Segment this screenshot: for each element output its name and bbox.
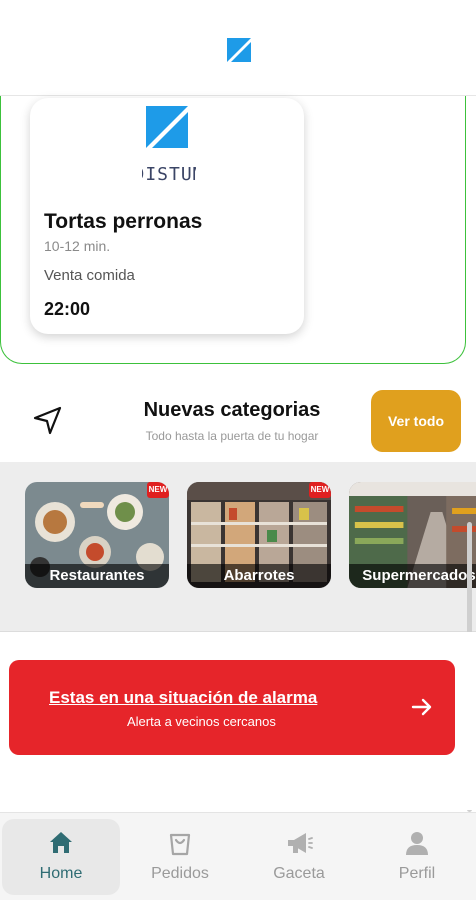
category-label: Supermercados — [349, 564, 476, 588]
nav-label: Home — [39, 865, 83, 882]
top-header — [0, 0, 476, 96]
store-logo: DISTUM — [86, 98, 250, 196]
app-screen: DISTUM Tortas perronas 10-12 min. Venta … — [0, 0, 476, 900]
categories-carousel[interactable]: NEW Restaurantes NEW Abarrotes Supermerc… — [0, 462, 476, 632]
store-logo-text: DISTUM — [142, 164, 196, 185]
arrow-right-icon — [411, 698, 432, 716]
category-label: Restaurantes — [25, 564, 169, 588]
new-badge: NEW — [309, 482, 331, 498]
store-name: Tortas perronas — [44, 210, 203, 233]
store-category: Venta comida — [44, 267, 135, 284]
category-tile-abarrotes[interactable]: NEW Abarrotes — [187, 482, 331, 588]
nav-home[interactable]: Home — [2, 819, 120, 895]
bag-icon — [169, 833, 191, 856]
home-icon — [50, 832, 72, 853]
nav-label: Perfil — [398, 865, 436, 882]
category-tile-supermercados[interactable]: Supermercados — [349, 482, 476, 588]
nav-pedidos[interactable]: Pedidos — [121, 819, 239, 895]
store-card[interactable]: DISTUM Tortas perronas 10-12 min. Venta … — [30, 98, 304, 334]
category-tile-restaurantes[interactable]: NEW Restaurantes — [25, 482, 169, 588]
store-logo-mark-icon — [146, 106, 188, 148]
category-label: Abarrotes — [187, 564, 331, 588]
user-icon — [406, 832, 428, 855]
app-logo-icon — [227, 38, 251, 62]
store-hour: 22:00 — [44, 299, 91, 319]
nav-label: Pedidos — [151, 865, 209, 882]
new-badge: NEW — [147, 482, 169, 498]
nav-gaceta[interactable]: Gaceta — [240, 819, 358, 895]
categories-subtitle: Todo hasta la puerta de tu hogar — [145, 429, 319, 443]
categories-title: Nuevas categorias — [143, 399, 321, 421]
alarm-button[interactable]: Estas en una situación de alarma Alerta … — [9, 660, 455, 755]
megaphone-icon — [288, 833, 313, 853]
alarm-subtitle: Alerta a vecinos cercanos — [127, 714, 276, 729]
delivery-time: 10-12 min. — [44, 238, 111, 254]
categories-header: Nuevas categorias Todo hasta la puerta d… — [0, 380, 476, 462]
location-arrow-icon[interactable] — [32, 404, 64, 436]
nav-perfil[interactable]: Perfil — [358, 819, 476, 895]
store-logo-wordmark: DISTUM — [142, 164, 196, 185]
bottom-navigation: Home Pedidos Gaceta Perfil — [0, 812, 476, 900]
see-all-button[interactable]: Ver todo — [371, 390, 461, 452]
alarm-title: Estas en una situación de alarma — [49, 688, 318, 707]
nav-label: Gaceta — [273, 865, 325, 882]
